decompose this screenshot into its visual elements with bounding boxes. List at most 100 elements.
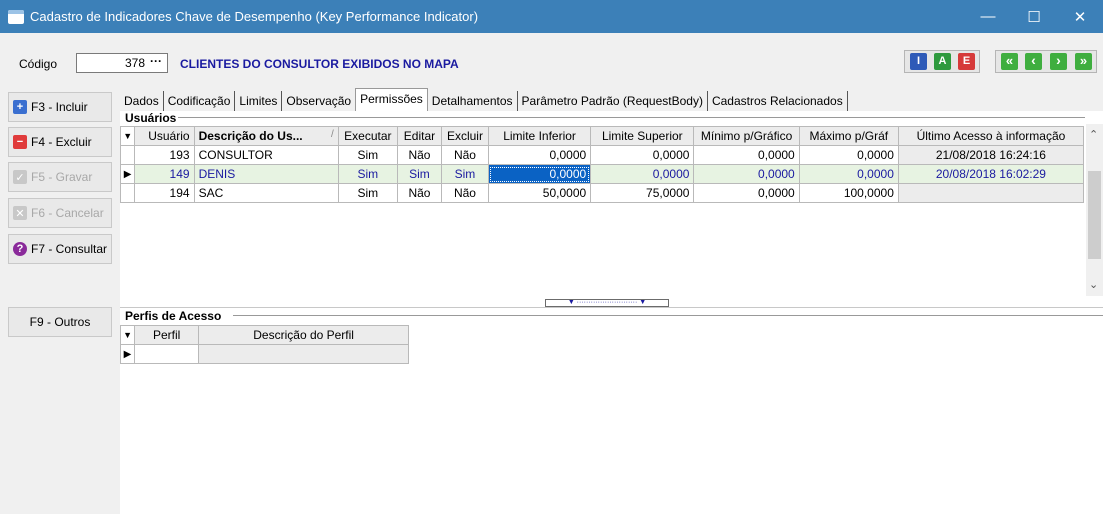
tab-permissoes[interactable]: Permissões	[355, 88, 428, 111]
tab-codificacao[interactable]: Codificação	[164, 91, 236, 111]
col-editar[interactable]: Editar	[397, 126, 442, 146]
table-row[interactable]: ▶ 149 DENIS Sim Sim Sim 0,0000 0,0000 0,…	[119, 164, 1085, 184]
close-button[interactable]: ✕	[1057, 0, 1103, 33]
table-row[interactable]: 194 SAC Sim Não Não 50,0000 75,0000 0,00…	[119, 183, 1085, 203]
cell-descricao-perfil[interactable]	[198, 344, 409, 364]
cell-editar[interactable]: Sim	[397, 164, 442, 184]
cell-minimo[interactable]: 0,0000	[693, 183, 800, 203]
col-executar[interactable]: Executar	[337, 126, 399, 146]
current-row-pointer-icon: ▶	[119, 344, 136, 364]
sort-ascending-icon: /	[330, 129, 334, 140]
cell-maximo[interactable]: 0,0000	[798, 145, 899, 165]
col-ultimo-acesso[interactable]: Último Acesso à informação	[897, 126, 1085, 146]
cell-limite-inferior[interactable]: 50,0000	[487, 183, 592, 203]
col-perfil[interactable]: Perfil	[134, 325, 200, 345]
title-bar: Cadastro de Indicadores Chave de Desempe…	[0, 0, 1103, 33]
current-row-pointer-icon: ▶	[119, 164, 136, 184]
cell-limite-superior[interactable]: 75,0000	[590, 183, 695, 203]
cell-descricao[interactable]: SAC	[193, 183, 339, 203]
cell-excluir[interactable]: Não	[440, 145, 489, 165]
cell-excluir[interactable]: Não	[440, 183, 489, 203]
window-title: Cadastro de Indicadores Chave de Desempe…	[30, 9, 479, 24]
cell-descricao[interactable]: DENIS	[193, 164, 339, 184]
save-button[interactable]: ✓ F5 - Gravar	[8, 162, 112, 192]
cell-limite-superior[interactable]: 0,0000	[590, 145, 695, 165]
row-indicator	[119, 145, 136, 165]
cell-usuario[interactable]: 194	[134, 183, 195, 203]
cell-ultimo-acesso[interactable]: 21/08/2018 16:24:16	[897, 145, 1085, 165]
col-limite-inferior[interactable]: Limite Inferior	[487, 126, 592, 146]
minimize-button[interactable]: —	[965, 0, 1011, 33]
cell-descricao[interactable]: CONSULTOR	[193, 145, 339, 165]
others-button[interactable]: F9 - Outros	[8, 307, 112, 337]
col-minimo[interactable]: Mínimo p/Gráfico	[693, 126, 800, 146]
splitter-line	[120, 307, 1103, 308]
grid-menu-icon[interactable]: ▼	[119, 325, 136, 345]
app-window-icon	[8, 9, 24, 24]
scrollbar-thumb[interactable]	[1088, 171, 1101, 259]
insert-record-button[interactable]: I	[910, 53, 927, 70]
cell-minimo[interactable]: 0,0000	[693, 145, 800, 165]
cell-executar[interactable]: Sim	[337, 164, 399, 184]
cell-ultimo-acesso[interactable]	[897, 183, 1085, 203]
table-row[interactable]: 193 CONSULTOR Sim Não Não 0,0000 0,0000 …	[119, 145, 1085, 165]
delete-record-button[interactable]: E	[958, 53, 975, 70]
check-icon: ✓	[13, 170, 27, 184]
col-usuario[interactable]: Usuário	[134, 126, 195, 146]
delete-label: F4 - Excluir	[31, 135, 92, 149]
last-record-button[interactable]: »	[1075, 53, 1092, 70]
next-record-button[interactable]: ›	[1050, 53, 1067, 70]
cell-executar[interactable]: Sim	[337, 145, 399, 165]
code-description: CLIENTES DO CONSULTOR EXIBIDOS NO MAPA	[180, 57, 459, 71]
tab-observacao[interactable]: Observação	[282, 91, 355, 111]
cell-usuario[interactable]: 149	[134, 164, 195, 184]
cell-limite-inferior[interactable]: 0,0000	[487, 145, 592, 165]
row-indicator	[119, 183, 136, 203]
col-excluir[interactable]: Excluir	[440, 126, 489, 146]
cell-limite-superior[interactable]: 0,0000	[590, 164, 695, 184]
edit-record-button[interactable]: A	[934, 53, 951, 70]
x-icon: ✕	[13, 206, 27, 220]
cancel-button[interactable]: ✕ F6 - Cancelar	[8, 198, 112, 228]
lookup-button[interactable]: ···	[146, 55, 166, 71]
col-descricao-perfil[interactable]: Descrição do Perfil	[198, 325, 409, 345]
users-grid[interactable]: ▼ Usuário Descrição do Us... / Executar …	[119, 126, 1085, 203]
cell-perfil[interactable]	[134, 344, 200, 364]
cell-maximo[interactable]: 0,0000	[798, 164, 899, 184]
col-descricao-label: Descrição do Us...	[198, 129, 303, 143]
others-label: F9 - Outros	[29, 315, 91, 329]
cell-usuario[interactable]: 193	[134, 145, 195, 165]
scroll-down-icon[interactable]: ⌄	[1089, 278, 1098, 291]
include-button[interactable]: + F3 - Incluir	[8, 92, 112, 122]
first-record-button[interactable]: «	[1001, 53, 1018, 70]
cell-editar[interactable]: Não	[397, 145, 442, 165]
include-label: F3 - Incluir	[31, 100, 88, 114]
query-button[interactable]: ? F7 - Consultar	[8, 234, 112, 264]
table-row[interactable]: ▶	[119, 344, 409, 364]
tab-cadastros-relacionados[interactable]: Cadastros Relacionados	[708, 91, 848, 111]
cell-executar[interactable]: Sim	[337, 183, 399, 203]
scroll-up-icon[interactable]: ⌃	[1089, 128, 1098, 141]
tab-parametro-padrao[interactable]: Parâmetro Padrão (RequestBody)	[518, 91, 708, 111]
cell-limite-inferior[interactable]: 0,0000	[487, 164, 592, 184]
cell-excluir[interactable]: Sim	[440, 164, 489, 184]
tab-detalhamentos[interactable]: Detalhamentos	[428, 91, 518, 111]
panel-splitter-handle[interactable]: ▼ ·························· ▼	[545, 299, 669, 307]
save-label: F5 - Gravar	[31, 170, 93, 184]
code-label: Código	[19, 57, 58, 71]
delete-button[interactable]: − F4 - Excluir	[8, 127, 112, 157]
maximize-button[interactable]: ☐	[1011, 0, 1057, 33]
col-maximo[interactable]: Máximo p/Gráf	[798, 126, 899, 146]
cell-ultimo-acesso[interactable]: 20/08/2018 16:02:29	[897, 164, 1085, 184]
tab-limites[interactable]: Limites	[235, 91, 283, 111]
col-limite-superior[interactable]: Limite Superior	[590, 126, 695, 146]
tab-dados[interactable]: Dados	[120, 91, 164, 111]
col-descricao[interactable]: Descrição do Us... /	[193, 126, 339, 146]
previous-record-button[interactable]: ‹	[1025, 53, 1042, 70]
profiles-grid[interactable]: ▼ Perfil Descrição do Perfil ▶	[119, 325, 409, 364]
grid-menu-icon[interactable]: ▼	[119, 126, 136, 146]
code-header: Código 378 ··· CLIENTES DO CONSULTOR EXI…	[0, 33, 1103, 87]
cell-maximo[interactable]: 100,0000	[798, 183, 899, 203]
cell-minimo[interactable]: 0,0000	[693, 164, 800, 184]
cell-editar[interactable]: Não	[397, 183, 442, 203]
